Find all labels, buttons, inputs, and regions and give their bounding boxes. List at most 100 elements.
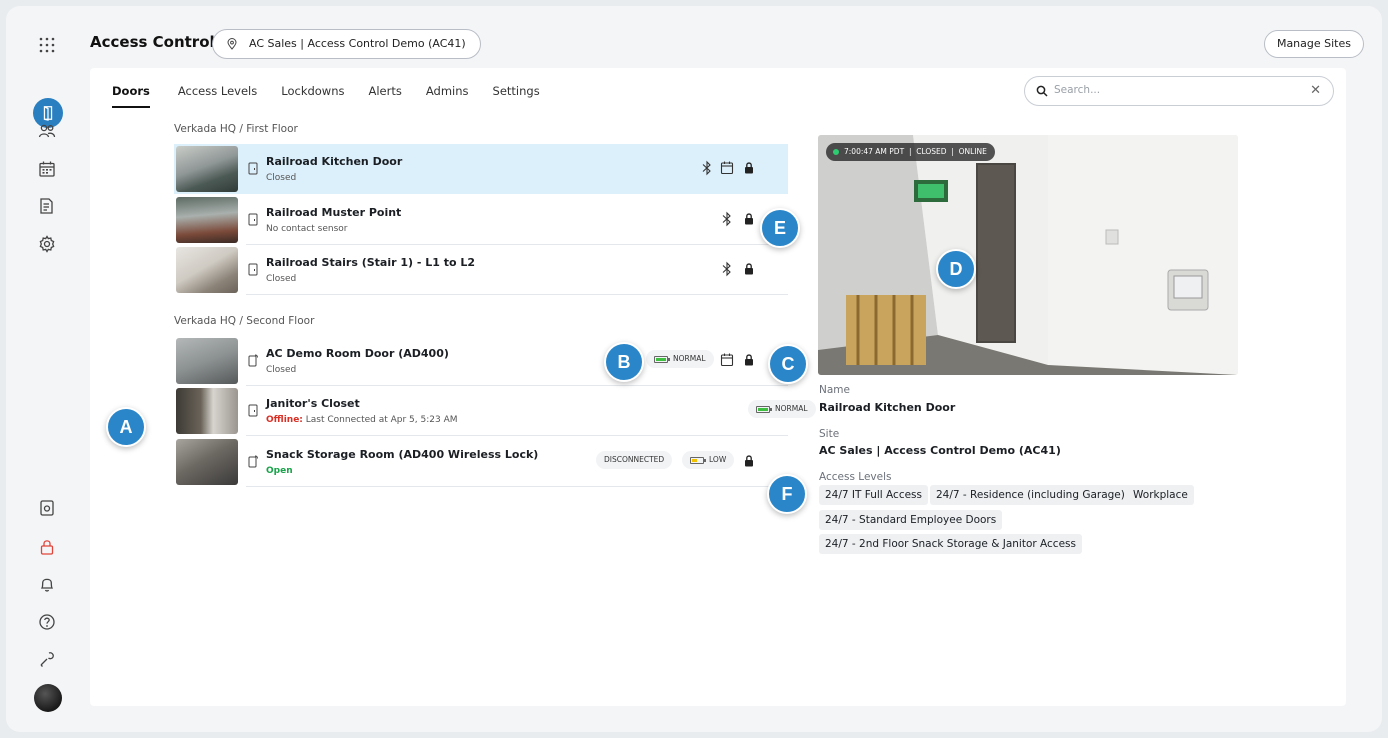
door-row-railroad-stairs[interactable]: Railroad Stairs (Stair 1) - L1 to L2 Clo…	[174, 245, 788, 295]
search-input[interactable]: Search... ✕	[1024, 76, 1334, 106]
search-placeholder: Search...	[1054, 84, 1101, 96]
tab-doors[interactable]: Doors	[112, 84, 150, 108]
manage-sites-button[interactable]: Manage Sites	[1263, 30, 1364, 58]
online-dot	[833, 149, 839, 155]
lock-icon	[742, 453, 756, 469]
callout-marker-c: C	[768, 344, 808, 384]
access-level-chip[interactable]: 24/7 - Residence (including Garage)	[930, 485, 1131, 505]
callout-marker-f: F	[767, 474, 807, 514]
lock-icon	[742, 160, 756, 176]
callout-marker-a: A	[106, 407, 146, 447]
site-label: Site	[819, 428, 840, 440]
lock-icon	[742, 211, 756, 227]
wireless-door-icon	[248, 455, 258, 468]
main-panel: Doors Access Levels Lockdowns Alerts Adm…	[90, 68, 1346, 706]
group-label-first-floor: Verkada HQ / First Floor	[174, 123, 298, 135]
door-icon	[248, 404, 258, 417]
door-name: Snack Storage Room (AD400 Wireless Lock)	[266, 448, 539, 461]
site-selector[interactable]: AC Sales | Access Control Demo (AC41)	[212, 29, 481, 59]
settings-nav-icon[interactable]	[35, 232, 59, 256]
door-icon	[248, 162, 258, 175]
site-value: AC Sales | Access Control Demo (AC41)	[819, 444, 1061, 457]
door-thumbnail	[176, 197, 238, 243]
battery-icon	[756, 405, 772, 413]
tab-lockdowns[interactable]: Lockdowns	[269, 84, 356, 108]
door-row-railroad-muster[interactable]: Railroad Muster Point No contact sensor	[174, 195, 788, 245]
tab-bar: Doors Access Levels Lockdowns Alerts Adm…	[112, 84, 552, 108]
access-level-chip[interactable]: 24/7 IT Full Access	[819, 485, 929, 505]
door-status: Closed	[266, 173, 297, 183]
door-name: AC Demo Room Door (AD400)	[266, 347, 449, 360]
schedule-icon	[720, 160, 734, 176]
bluetooth-icon	[700, 160, 714, 176]
callout-marker-d: D	[936, 249, 976, 289]
schedule-nav-icon[interactable]	[35, 157, 59, 181]
door-status: Closed	[266, 274, 297, 284]
tab-access-levels[interactable]: Access Levels	[166, 84, 269, 108]
door-thumbnail	[176, 146, 238, 192]
door-name: Railroad Stairs (Stair 1) - L1 to L2	[266, 256, 476, 269]
door-status: Closed	[266, 365, 297, 375]
row-divider	[246, 486, 788, 487]
sidebar	[20, 20, 74, 720]
callout-marker-b: B	[604, 342, 644, 382]
location-pin-icon	[227, 38, 237, 50]
door-row-railroad-kitchen[interactable]: Railroad Kitchen Door Closed	[174, 144, 788, 194]
camera-preview[interactable]: 7:00:47 AM PDT | CLOSED | ONLINE	[818, 135, 1238, 375]
door-name: Janitor's Closet	[266, 397, 360, 410]
access-levels-label: Access Levels	[819, 471, 892, 483]
search-icon	[1036, 85, 1048, 97]
wrench-nav-icon[interactable]	[35, 647, 59, 671]
door-name: Railroad Muster Point	[266, 206, 402, 219]
tab-admins[interactable]: Admins	[414, 84, 481, 108]
help-nav-icon[interactable]	[35, 610, 59, 634]
reports-nav-icon[interactable]	[35, 194, 59, 218]
site-selector-label: AC Sales | Access Control Demo (AC41)	[249, 37, 466, 50]
door-name-value: Railroad Kitchen Door	[819, 401, 956, 414]
door-thumbnail	[176, 338, 238, 384]
last-connected-text: Last Connected at Apr 5, 5:23 AM	[305, 415, 458, 425]
lock-icon	[742, 352, 756, 368]
schedule-icon	[720, 352, 734, 368]
battery-icon	[654, 355, 670, 363]
lock-icon	[742, 261, 756, 277]
battery-status-badge: LOW	[682, 451, 735, 469]
camera-doc-nav-icon[interactable]	[35, 496, 59, 520]
tab-settings[interactable]: Settings	[481, 84, 552, 108]
connection-status-badge: DISCONNECTED	[596, 451, 673, 469]
callout-marker-e: E	[760, 208, 800, 248]
offline-label: Offline:	[266, 415, 303, 425]
door-row-ac-demo-room[interactable]: AC Demo Room Door (AD400) Closed NORMAL	[174, 336, 788, 386]
door-icon	[248, 213, 258, 226]
access-level-chip[interactable]: 24/7 - 2nd Floor Snack Storage & Janitor…	[819, 534, 1082, 554]
bluetooth-icon	[720, 211, 734, 227]
door-thumbnail	[176, 247, 238, 293]
bluetooth-icon	[720, 261, 734, 277]
apps-grid-icon[interactable]	[35, 33, 59, 57]
door-row-snack-storage[interactable]: Snack Storage Room (AD400 Wireless Lock)…	[174, 437, 788, 487]
row-divider	[246, 435, 788, 436]
group-label-second-floor: Verkada HQ / Second Floor	[174, 315, 315, 327]
tab-alerts[interactable]: Alerts	[357, 84, 414, 108]
camera-feed-image	[818, 135, 1238, 375]
lock-nav-icon[interactable]	[35, 535, 59, 559]
door-name: Railroad Kitchen Door	[266, 155, 403, 168]
door-status: Offline: Last Connected at Apr 5, 5:23 A…	[266, 415, 458, 425]
battery-icon	[690, 456, 706, 464]
access-level-chip[interactable]: 24/7 - Standard Employee Doors	[819, 510, 1003, 530]
name-label: Name	[819, 384, 850, 396]
access-level-chip[interactable]: Workplace	[1127, 485, 1194, 505]
door-row-janitors-closet[interactable]: Janitor's Closet Offline: Last Connected…	[174, 386, 816, 436]
clear-search-icon[interactable]: ✕	[1310, 83, 1321, 98]
top-bar: Access Control AC Sales | Access Control…	[74, 20, 1364, 66]
app-title: Access Control	[90, 33, 215, 51]
wireless-door-icon	[248, 354, 258, 367]
user-avatar[interactable]	[34, 684, 62, 712]
door-thumbnail	[176, 388, 238, 434]
bell-nav-icon[interactable]	[35, 572, 59, 596]
users-nav-icon[interactable]	[35, 119, 59, 143]
battery-status-badge: NORMAL	[748, 400, 816, 418]
door-thumbnail	[176, 439, 238, 485]
door-icon	[248, 263, 258, 276]
battery-status-badge: NORMAL	[646, 350, 714, 368]
